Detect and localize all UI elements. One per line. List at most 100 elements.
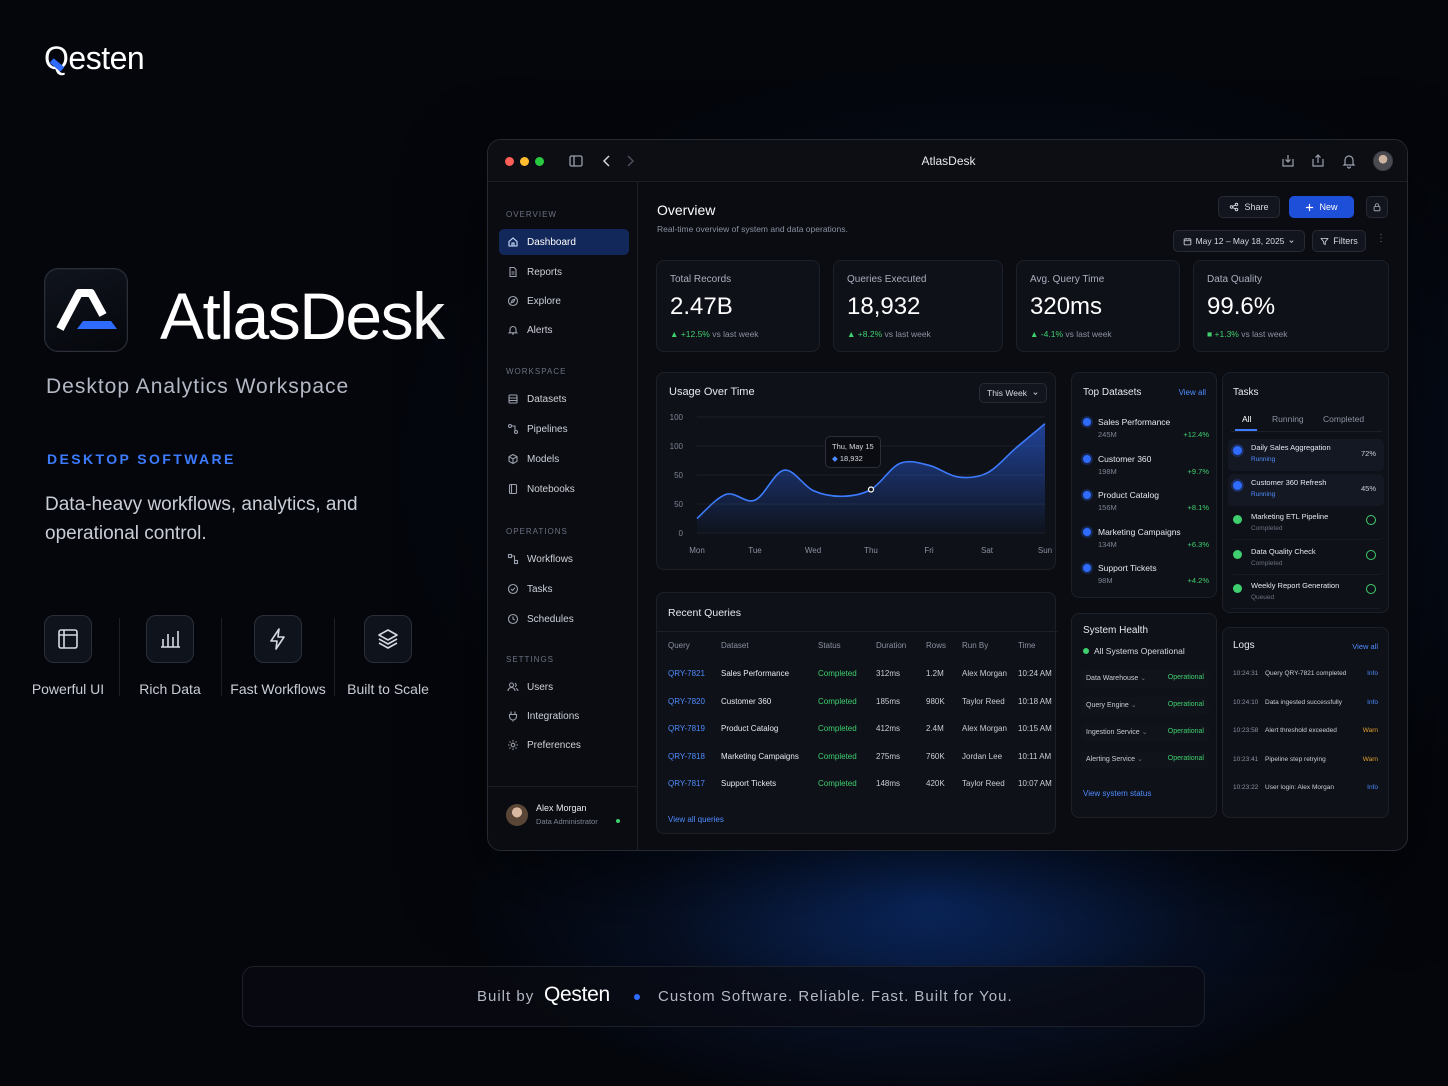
shield-check-icon: ■ bbox=[1207, 329, 1213, 339]
dataset-item[interactable]: Support Tickets 98M +4.2% bbox=[1083, 561, 1209, 591]
feature-rich-data: Rich Data bbox=[115, 615, 225, 697]
sidebar-item-datasets[interactable]: Datasets bbox=[499, 386, 629, 412]
log-entry[interactable]: 10:24:10 Data ingested successfully Info bbox=[1233, 699, 1383, 713]
log-entry[interactable]: 10:23:58 Alert threshold exceeded Warn bbox=[1233, 727, 1383, 741]
share-out-icon[interactable] bbox=[1310, 153, 1326, 169]
new-button[interactable]: New bbox=[1289, 196, 1354, 218]
table-row[interactable]: QRY-7818 Marketing Campaigns Completed 275m… bbox=[657, 752, 1057, 768]
service-status: Operational bbox=[1167, 674, 1204, 681]
more-options-icon[interactable]: ⋮ bbox=[1376, 233, 1386, 244]
sidebar-item-integrations[interactable]: Integrations bbox=[499, 703, 629, 729]
table-row[interactable]: QRY-7819 Product Catalog Completed 412ms 2.4… bbox=[657, 724, 1057, 740]
sidebar-item-workflows[interactable]: Workflows bbox=[499, 546, 629, 572]
log-entry[interactable]: 10:24:31 Query QRY-7821 completed Info bbox=[1233, 670, 1383, 684]
sidebar-section-title: OPERATIONS bbox=[506, 527, 568, 536]
task-item[interactable]: Weekly Report Generation Queued bbox=[1228, 577, 1384, 609]
sidebar-item-preferences[interactable]: Preferences bbox=[499, 732, 629, 758]
dataset-item[interactable]: Product Catalog 156M +8.1% bbox=[1083, 488, 1209, 518]
table-cell: Completed bbox=[818, 669, 857, 678]
log-message: Data ingested successfully bbox=[1265, 698, 1342, 706]
y-tick-label: 50 bbox=[674, 471, 683, 480]
dataset-item[interactable]: Sales Performance 245M +12.4% bbox=[1083, 415, 1209, 445]
task-item[interactable]: Daily Sales Aggregation Running 72% bbox=[1228, 439, 1384, 471]
sidebar-item-explore[interactable]: Explore bbox=[499, 288, 629, 314]
table-cell[interactable]: QRY-7817 bbox=[668, 779, 705, 788]
sidebar-item-models[interactable]: Models bbox=[499, 446, 629, 472]
feature-label: Fast Workflows bbox=[230, 681, 326, 697]
dataset-name: Sales Performance bbox=[1098, 417, 1171, 427]
table-cell[interactable]: QRY-7819 bbox=[668, 724, 705, 733]
kpi-card-queries-executed: Queries Executed 18,932 ▲ +8.2% vs last … bbox=[833, 260, 1003, 352]
log-entry[interactable]: 10:23:22 User login: Alex Morgan Info bbox=[1233, 784, 1383, 798]
sidebar-item-label: Explore bbox=[527, 295, 561, 307]
running-status-icon bbox=[1233, 446, 1242, 455]
feature-fast-workflows: Fast Workflows bbox=[223, 615, 333, 697]
task-item[interactable]: Customer 360 Refresh Running 45% bbox=[1228, 473, 1384, 506]
top-datasets-view-all-link[interactable]: View all bbox=[1179, 388, 1206, 397]
service-row[interactable]: Data Warehouse ⌄ Operational bbox=[1081, 670, 1209, 688]
sidebar-item-dashboard[interactable]: Dashboard bbox=[499, 229, 629, 255]
pipeline-icon bbox=[507, 423, 519, 435]
chevron-down-icon: ⌄ bbox=[1136, 756, 1143, 763]
tab-running[interactable]: Running bbox=[1272, 414, 1304, 424]
sidebar-item-pipelines[interactable]: Pipelines bbox=[499, 416, 629, 442]
task-item[interactable]: Data Quality Check Completed bbox=[1228, 543, 1384, 575]
kpi-label: Queries Executed bbox=[847, 274, 927, 285]
view-all-queries-link[interactable]: View all queries bbox=[668, 815, 724, 824]
feature-built-to-scale: Built to Scale bbox=[333, 615, 443, 697]
table-row[interactable]: QRY-7821 Sales Performance Completed 312ms 1… bbox=[657, 669, 1057, 685]
column-header: Time bbox=[1018, 641, 1036, 650]
table-row[interactable]: QRY-7820 Customer 360 Completed 185ms 980K Ta… bbox=[657, 697, 1057, 713]
usage-chart-card: Usage Over Time This Week 0 50 50 100 100 Mon… bbox=[656, 372, 1056, 570]
log-message: Query QRY-7821 completed bbox=[1265, 670, 1347, 677]
dataset-size: 134M bbox=[1098, 539, 1117, 549]
service-row[interactable]: Ingestion Service ⌄ Operational bbox=[1081, 724, 1209, 742]
log-entry[interactable]: 10:23:41 Pipeline step retrying Warn bbox=[1233, 756, 1383, 770]
task-item[interactable]: Marketing ETL Pipeline Completed bbox=[1228, 508, 1384, 540]
column-header: Run By bbox=[962, 641, 989, 650]
table-cell: 10:18 AM bbox=[1018, 696, 1052, 706]
footer-banner: Built by Qesten Custom Software. Reliabl… bbox=[242, 966, 1205, 1027]
y-tick-label: 100 bbox=[670, 413, 684, 422]
dataset-item[interactable]: Marketing Campaigns 134M +6.3% bbox=[1083, 525, 1209, 555]
filters-button[interactable]: Filters bbox=[1312, 230, 1366, 252]
sidebar-item-alerts[interactable]: Alerts bbox=[499, 317, 629, 343]
log-level: Info bbox=[1367, 698, 1378, 706]
sidebar-item-notebooks[interactable]: Notebooks bbox=[499, 476, 629, 502]
view-system-status-link[interactable]: View system status bbox=[1083, 789, 1151, 798]
online-status-dot bbox=[616, 819, 620, 823]
sidebar-item-label: Pipelines bbox=[527, 423, 568, 435]
notification-bell-icon[interactable] bbox=[1341, 153, 1357, 169]
dataset-name: Product Catalog bbox=[1098, 490, 1159, 500]
logs-view-all-link[interactable]: View all bbox=[1352, 642, 1378, 651]
feature-label: Rich Data bbox=[139, 681, 201, 697]
table-cell: 980K bbox=[926, 696, 945, 706]
notebook-icon bbox=[508, 483, 518, 495]
sidebar-item-reports[interactable]: Reports bbox=[499, 259, 629, 285]
kpi-label: Data Quality bbox=[1207, 274, 1263, 285]
table-cell[interactable]: QRY-7818 bbox=[668, 752, 705, 761]
compass-icon bbox=[507, 295, 519, 307]
sidebar-item-users[interactable]: Users bbox=[499, 674, 629, 700]
user-avatar[interactable] bbox=[1373, 151, 1393, 171]
service-row[interactable]: Alerting Service ⌄ Operational bbox=[1081, 751, 1209, 769]
dataset-item[interactable]: Customer 360 198M +9.7% bbox=[1083, 452, 1209, 482]
usage-area-chart[interactable]: 0 50 50 100 100 Mon Tue Wed Thu Fri Sat Sun bbox=[657, 373, 1057, 571]
sidebar-item-schedules[interactable]: Schedules bbox=[499, 606, 629, 632]
dataset-name: Support Tickets bbox=[1098, 563, 1157, 573]
table-cell[interactable]: QRY-7821 bbox=[668, 669, 705, 678]
tab-all[interactable]: All bbox=[1242, 414, 1251, 424]
user-profile[interactable]: Alex Morgan Data Administrator bbox=[488, 786, 638, 850]
date-range-picker[interactable]: May 12 – May 18, 2025 bbox=[1173, 230, 1305, 252]
download-icon[interactable] bbox=[1280, 153, 1296, 169]
tab-completed[interactable]: Completed bbox=[1323, 414, 1364, 424]
kpi-delta: ▲ +8.2% vs last week bbox=[847, 329, 931, 339]
service-row[interactable]: Query Engine ⌄ Operational bbox=[1081, 697, 1209, 715]
top-datasets-card: Top Datasets View all Sales Performance … bbox=[1071, 372, 1217, 598]
lock-button[interactable] bbox=[1366, 196, 1388, 218]
table-cell[interactable]: QRY-7820 bbox=[668, 697, 705, 706]
table-row[interactable]: QRY-7817 Support Tickets Completed 148ms 420… bbox=[657, 779, 1057, 795]
sidebar-item-label: Tasks bbox=[527, 583, 553, 595]
sidebar-item-tasks[interactable]: Tasks bbox=[499, 576, 629, 602]
share-button[interactable]: Share bbox=[1218, 196, 1280, 218]
